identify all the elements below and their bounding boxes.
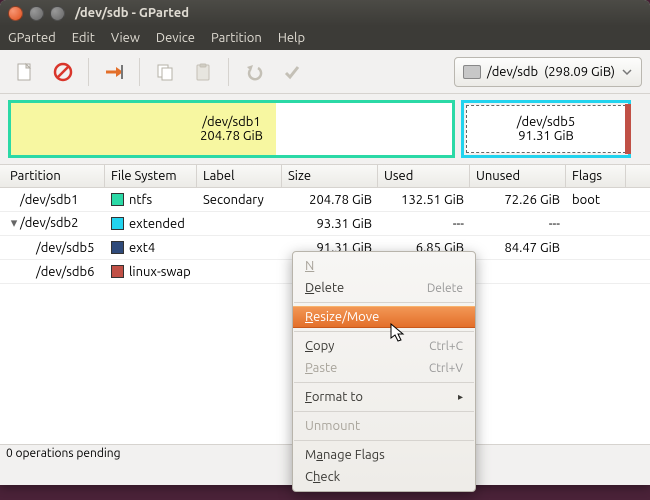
cell-partition: /dev/sdb6 [0, 265, 105, 279]
minimize-icon[interactable] [29, 6, 44, 21]
copy-icon [155, 62, 175, 82]
context-menu: N DeleteDelete Resize/Move CopyCtrl+C Pa… [292, 251, 476, 492]
table-header: Partition File System Label Size Used Un… [0, 164, 650, 188]
fs-color-swatch [111, 265, 124, 278]
cell-used: --- [378, 217, 470, 231]
fs-color-swatch [111, 241, 124, 254]
menu-item-resize-move[interactable]: Resize/Move [293, 306, 475, 328]
cell-unused: --- [470, 217, 566, 231]
undo-button [237, 55, 271, 89]
cell-flags: boot [566, 193, 626, 207]
partition-graph: /dev/sdb1 204.78 GiB /dev/sdb5 91.31 GiB [0, 94, 650, 164]
toolbar: /dev/sdb (298.09 GiB) [0, 50, 650, 94]
menu-item-manage-flags[interactable]: Manage Flags [293, 444, 475, 466]
cell-size: 204.78 GiB [282, 193, 378, 207]
chevron-down-icon [621, 66, 633, 78]
table-row[interactable]: /dev/sdb1ntfsSecondary204.78 GiB132.51 G… [0, 188, 650, 212]
new-partition-button[interactable] [8, 55, 42, 89]
menu-separator [294, 382, 474, 383]
resize-move-button[interactable] [97, 55, 131, 89]
chevron-right-icon: ▸ [458, 391, 463, 403]
window-title: /dev/sdb - GParted [75, 6, 189, 20]
no-entry-icon [53, 62, 73, 82]
cell-size: 93.31 GiB [282, 217, 378, 231]
col-label[interactable]: Label [197, 165, 282, 187]
menu-view[interactable]: View [111, 31, 140, 45]
arrow-right-icon [103, 62, 125, 82]
menu-item-unmount: Unmount [293, 415, 475, 437]
menu-separator [294, 302, 474, 303]
menu-edit[interactable]: Edit [72, 31, 95, 45]
graph-part-name: /dev/sdb5 [517, 115, 575, 129]
menu-item-check[interactable]: Check [293, 466, 475, 488]
cell-partition: ▾/dev/sdb2 [0, 216, 105, 231]
menu-separator [294, 440, 474, 441]
toolbar-separator [228, 58, 229, 86]
graph-part-name: /dev/sdb1 [200, 115, 263, 129]
cell-unused: 72.26 GiB [470, 193, 566, 207]
menu-item-format-to[interactable]: Format to▸ [293, 386, 475, 408]
apply-button [275, 55, 309, 89]
col-used[interactable]: Used [378, 165, 470, 187]
document-new-icon [15, 62, 35, 82]
menu-item-new: N [293, 255, 475, 277]
paste-icon [193, 62, 213, 82]
col-flags[interactable]: Flags [566, 165, 626, 187]
titlebar[interactable]: /dev/sdb - GParted [0, 0, 650, 26]
col-filesystem[interactable]: File System [105, 165, 197, 187]
undo-icon [244, 62, 264, 82]
cell-filesystem: ntfs [105, 193, 197, 207]
fs-color-swatch [111, 193, 124, 206]
window-controls [8, 6, 65, 21]
check-icon [282, 62, 302, 82]
cell-used: 132.51 GiB [378, 193, 470, 207]
col-partition[interactable]: Partition [0, 165, 105, 187]
menu-gparted[interactable]: GParted [8, 31, 56, 45]
cell-label: Secondary [197, 193, 282, 207]
cell-partition: /dev/sdb5 [0, 241, 105, 255]
menu-device[interactable]: Device [156, 31, 195, 45]
menu-separator [294, 331, 474, 332]
maximize-icon[interactable] [50, 6, 65, 21]
cell-filesystem: ext4 [105, 241, 197, 255]
toolbar-separator [139, 58, 140, 86]
cell-filesystem: extended [105, 217, 197, 231]
delete-partition-button[interactable] [46, 55, 80, 89]
fs-color-swatch [111, 217, 124, 230]
col-unused[interactable]: Unused [470, 165, 566, 187]
menu-item-delete[interactable]: DeleteDelete [293, 277, 475, 299]
graph-part-size: 204.78 GiB [200, 129, 263, 143]
copy-button[interactable] [148, 55, 182, 89]
device-size: (298.09 GiB) [544, 65, 615, 79]
menu-item-paste: PasteCtrl+V [293, 357, 475, 379]
menubar: GParted Edit View Device Partition Help [0, 26, 650, 50]
col-size[interactable]: Size [282, 165, 378, 187]
table-row[interactable]: ▾/dev/sdb2extended93.31 GiB------ [0, 212, 650, 236]
partition-graph-sdb2[interactable]: /dev/sdb5 91.31 GiB [461, 100, 631, 158]
cell-unused: 84.47 GiB [470, 241, 566, 255]
paste-button [186, 55, 220, 89]
close-icon[interactable] [8, 6, 23, 21]
partition-graph-sdb1[interactable]: /dev/sdb1 204.78 GiB [8, 100, 455, 158]
harddisk-icon [463, 65, 481, 79]
menu-item-copy[interactable]: CopyCtrl+C [293, 335, 475, 357]
menu-help[interactable]: Help [278, 31, 305, 45]
menu-partition[interactable]: Partition [211, 31, 262, 45]
cell-filesystem: linux-swap [105, 265, 197, 279]
toolbar-separator [88, 58, 89, 86]
device-path: /dev/sdb [487, 65, 538, 79]
cell-partition: /dev/sdb1 [0, 193, 105, 207]
device-selector[interactable]: /dev/sdb (298.09 GiB) [454, 57, 642, 87]
menu-separator [294, 411, 474, 412]
graph-part-size: 91.31 GiB [517, 129, 575, 143]
